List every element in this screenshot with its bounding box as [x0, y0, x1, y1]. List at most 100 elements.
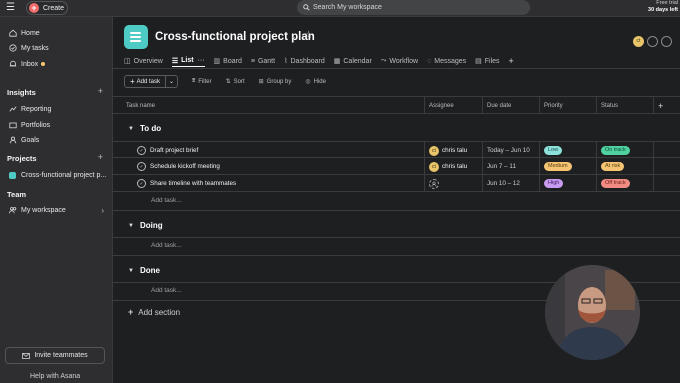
group-by-button[interactable]: ⊞ Group by	[259, 78, 292, 86]
team-heading[interactable]: Team	[7, 190, 26, 199]
table-row[interactable]: ✓ Share timeline with teammates Jun 10 – …	[113, 175, 680, 192]
overview-icon: ◫	[124, 58, 131, 65]
person-icon	[8, 136, 17, 145]
add-task-link[interactable]: Add task...	[151, 287, 182, 294]
add-project-plus-icon[interactable]: +	[98, 152, 103, 162]
add-section-button[interactable]: + Add section	[128, 307, 180, 317]
avatar[interactable]: ct	[633, 36, 644, 47]
sidebar-item-reporting[interactable]: Reporting	[8, 103, 51, 115]
sidebar-item-label: Goals	[21, 136, 40, 144]
tab-list[interactable]: ☰ List ···	[171, 55, 205, 67]
section-divider	[113, 255, 680, 256]
complete-check-icon[interactable]: ✓	[137, 162, 146, 171]
status-cell[interactable]: On track	[596, 142, 653, 159]
hide-label: Hide	[313, 78, 326, 85]
trial-line2: 30 days left	[648, 7, 678, 13]
chevron-down-icon[interactable]: ⌄	[290, 32, 297, 41]
tab-overview[interactable]: ◫ Overview	[124, 55, 163, 67]
add-column-plus-icon[interactable]: +	[653, 97, 680, 114]
insights-heading[interactable]: Insights	[7, 88, 36, 97]
tab-dashboard[interactable]: ⌇ Dashboard	[284, 55, 325, 67]
filter-button[interactable]: ⩩ Filter	[192, 78, 212, 85]
project-color-swatch	[8, 171, 17, 180]
due-date-cell[interactable]: Jun 7 – 11	[482, 158, 539, 175]
task-name-cell[interactable]: ✓ Draft project brief	[137, 142, 198, 159]
add-task-button[interactable]: + Add task ⌄	[124, 75, 179, 88]
tab-files[interactable]: ▤ Files	[475, 55, 499, 67]
assignee-cell[interactable]: ct chris talu	[424, 142, 482, 159]
hide-button[interactable]: ◎ Hide	[305, 78, 326, 86]
sidebar-item-inbox[interactable]: Inbox	[8, 58, 46, 70]
sidebar-item-my-tasks[interactable]: My tasks	[8, 42, 49, 54]
priority-cell[interactable]: High	[539, 175, 596, 192]
team-icon	[8, 206, 17, 215]
sidebar-item-label: My workspace	[21, 206, 66, 214]
priority-badge: Medium	[544, 162, 572, 171]
avatar: ct	[429, 161, 439, 172]
sidebar-item-label: Cross-functional project p...	[21, 171, 107, 179]
status-cell[interactable]: Off track	[596, 175, 653, 192]
sidebar-item-home[interactable]: Home	[8, 27, 40, 39]
assignee-cell[interactable]: ct chris talu	[424, 158, 482, 175]
invite-teammates-button[interactable]: Invite teammates	[5, 347, 105, 364]
add-task-row[interactable]: Add task...	[113, 193, 680, 210]
tab-messages[interactable]: ◌ Messages	[427, 55, 466, 67]
assignee-name: chris talu	[442, 163, 468, 170]
add-task-link[interactable]: Add task...	[151, 197, 182, 204]
status-cell[interactable]: At risk	[596, 158, 653, 175]
table-row[interactable]: ✓ Schedule kickoff meeting ct chris talu J…	[113, 158, 680, 175]
priority-cell[interactable]: Medium	[539, 158, 596, 175]
task-name-cell[interactable]: ✓ Share timeline with teammates	[137, 175, 236, 192]
help-link[interactable]: Help with Asana	[30, 373, 80, 380]
trial-info[interactable]: Free trial 30 days left	[648, 0, 678, 14]
chevron-down-icon[interactable]: ⌄	[166, 78, 177, 85]
search-input[interactable]: Search My workspace	[297, 0, 530, 15]
list-icon: ☰	[171, 57, 179, 65]
tab-workflow[interactable]: ⤳ Workflow	[381, 55, 418, 67]
member-placeholder-icon[interactable]	[647, 36, 658, 47]
complete-check-icon[interactable]: ✓	[137, 179, 146, 188]
hamburger-menu-icon[interactable]: ☰	[6, 3, 16, 13]
assignee-name: chris talu	[442, 147, 468, 154]
add-tab-plus-icon[interactable]: +	[509, 55, 514, 67]
task-name-cell[interactable]: ✓ Schedule kickoff meeting	[137, 158, 220, 175]
due-date-cell[interactable]: Jun 10 – 12	[482, 175, 539, 192]
more-options-icon[interactable]: ···	[198, 57, 205, 64]
section-header-doing[interactable]: ▼ Doing	[128, 221, 163, 230]
member-placeholder-icon[interactable]	[661, 36, 672, 47]
sidebar-item-my-workspace[interactable]: My workspace ›	[8, 204, 104, 216]
status-badge: Off track	[601, 179, 630, 188]
column-header-status[interactable]: Status	[596, 97, 653, 114]
toolbar: + Add task ⌄ ⩩ Filter ⇅ Sort ⊞ Group by ◎ Hid…	[124, 75, 326, 88]
tab-label: List	[181, 57, 194, 64]
star-icon[interactable]: ☆	[304, 30, 313, 41]
add-insight-plus-icon[interactable]: +	[98, 86, 103, 96]
column-header-task-name[interactable]: Task name	[113, 97, 424, 114]
tab-board[interactable]: ▥ Board	[214, 55, 242, 67]
add-task-row[interactable]: Add task...	[113, 237, 680, 254]
column-header-assignee[interactable]: Assignee	[424, 97, 482, 114]
add-task-link[interactable]: Add task...	[151, 242, 182, 249]
column-header-priority[interactable]: Priority	[539, 97, 596, 114]
sidebar-item-project[interactable]: Cross-functional project p...	[8, 169, 106, 181]
table-row[interactable]: ✓ Draft project brief ct chris talu Today …	[113, 141, 680, 159]
top-bar: ☰ + Create Search My workspace Free tria…	[0, 0, 680, 17]
search-placeholder: Search My workspace	[313, 4, 382, 11]
sidebar-item-goals[interactable]: Goals	[8, 134, 39, 146]
priority-cell[interactable]: Low	[539, 142, 596, 159]
column-header-due-date[interactable]: Due date	[482, 97, 539, 114]
plus-icon: +	[128, 307, 134, 317]
assignee-cell[interactable]	[424, 175, 482, 192]
view-tabs: ◫ Overview ☰ List ··· ▥ Board ≡ Gantt ⌇ Dashbo…	[124, 55, 523, 67]
section-header-todo[interactable]: ▼ To do	[128, 124, 161, 133]
tab-calendar[interactable]: ▦ Calendar	[334, 55, 372, 67]
create-button[interactable]: + Create	[26, 1, 68, 15]
sort-button[interactable]: ⇅ Sort	[226, 78, 245, 86]
tab-gantt[interactable]: ≡ Gantt	[251, 55, 275, 67]
sidebar-item-portfolios[interactable]: Portfolios	[8, 119, 50, 131]
projects-heading[interactable]: Projects	[7, 154, 37, 163]
due-date-cell[interactable]: Today – Jun 10	[482, 142, 539, 159]
add-task-label: Add task	[136, 78, 161, 85]
complete-check-icon[interactable]: ✓	[137, 146, 146, 155]
section-header-done[interactable]: ▼ Done	[128, 266, 160, 275]
